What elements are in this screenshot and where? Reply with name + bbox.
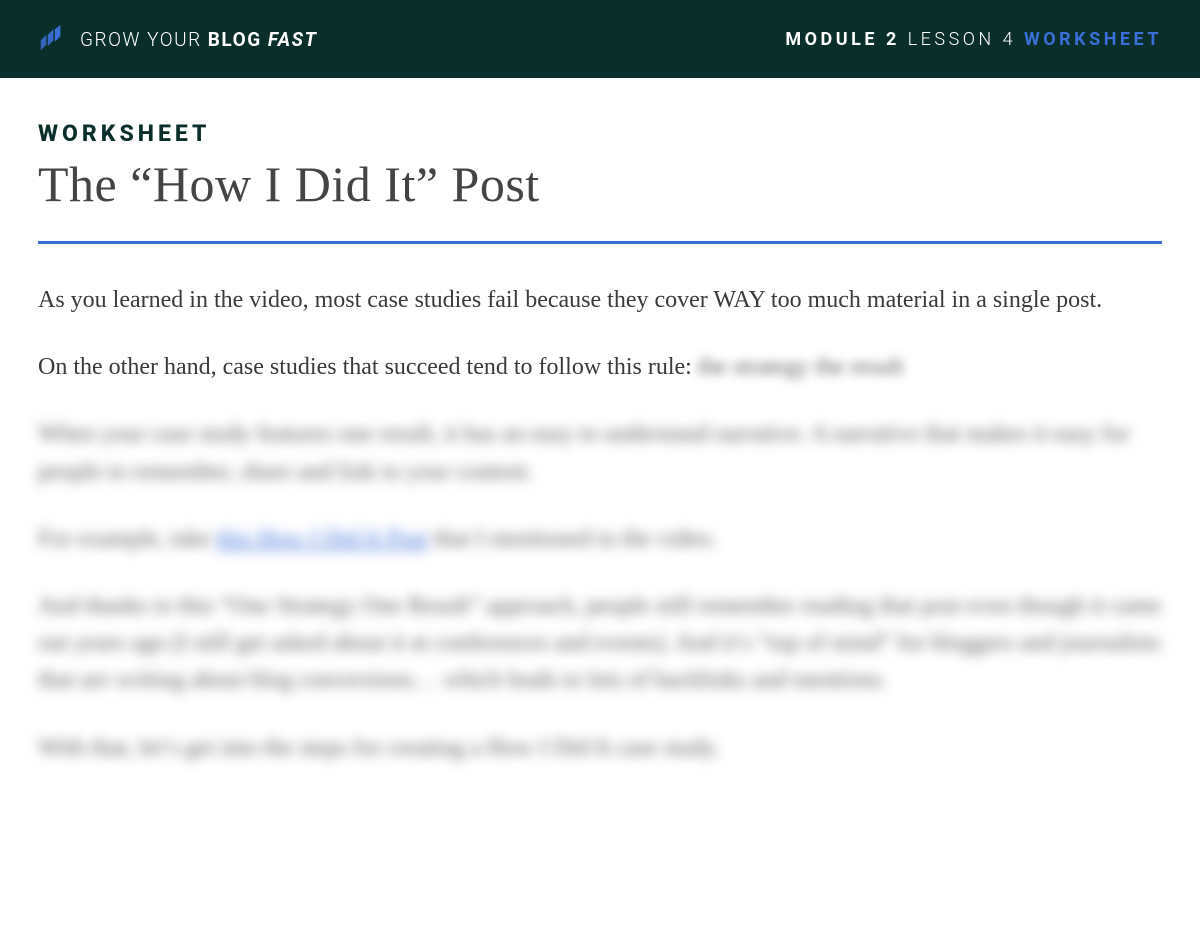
content-area: WORKSHEET The “How I Did It” Post As you… [0, 78, 1200, 767]
paragraph-2-blurred: the strategy the result [698, 349, 904, 386]
paragraph-2-lead: On the other hand, case studies that suc… [38, 354, 698, 380]
blurred-para2-a: For example, take [38, 526, 217, 552]
module-lesson-label: MODULE 2 LESSON 4 WORKSHEET [785, 29, 1162, 50]
module-number: MODULE 2 [785, 29, 899, 50]
worksheet-page: GROW YOUR BLOG FAST MODULE 2 LESSON 4 WO… [0, 0, 1200, 947]
page-title: The “How I Did It” Post [38, 155, 1162, 213]
brand-part3: FAST [268, 28, 318, 51]
brand-part1: GROW YOUR [80, 28, 208, 51]
blurred-paragraph-1: When your case study features one result… [38, 416, 1162, 490]
eyebrow: WORKSHEET [38, 120, 1162, 147]
blurred-link: this How I Did It Post [217, 526, 428, 552]
brand-logo-icon [38, 25, 66, 53]
title-divider [38, 241, 1162, 244]
blurred-paragraph-3: And thanks to this “One Strategy One Res… [38, 588, 1162, 700]
blurred-para2-b: that I mentioned in the video. [428, 526, 717, 552]
paragraph-2: On the other hand, case studies that suc… [38, 349, 1162, 386]
lesson-number: LESSON 4 [900, 29, 1024, 50]
brand: GROW YOUR BLOG FAST [38, 25, 317, 53]
page-header: GROW YOUR BLOG FAST MODULE 2 LESSON 4 WO… [0, 0, 1200, 78]
blurred-paragraph-4: With that, let’s get into the steps for … [38, 730, 1162, 767]
paragraph-1: As you learned in the video, most case s… [38, 282, 1162, 319]
body-text: As you learned in the video, most case s… [38, 282, 1162, 767]
brand-title: GROW YOUR BLOG FAST [80, 28, 317, 51]
brand-part2: BLOG [208, 28, 268, 51]
blurred-paragraph-2: For example, take this How I Did It Post… [38, 521, 1162, 558]
worksheet-label: WORKSHEET [1024, 29, 1162, 50]
